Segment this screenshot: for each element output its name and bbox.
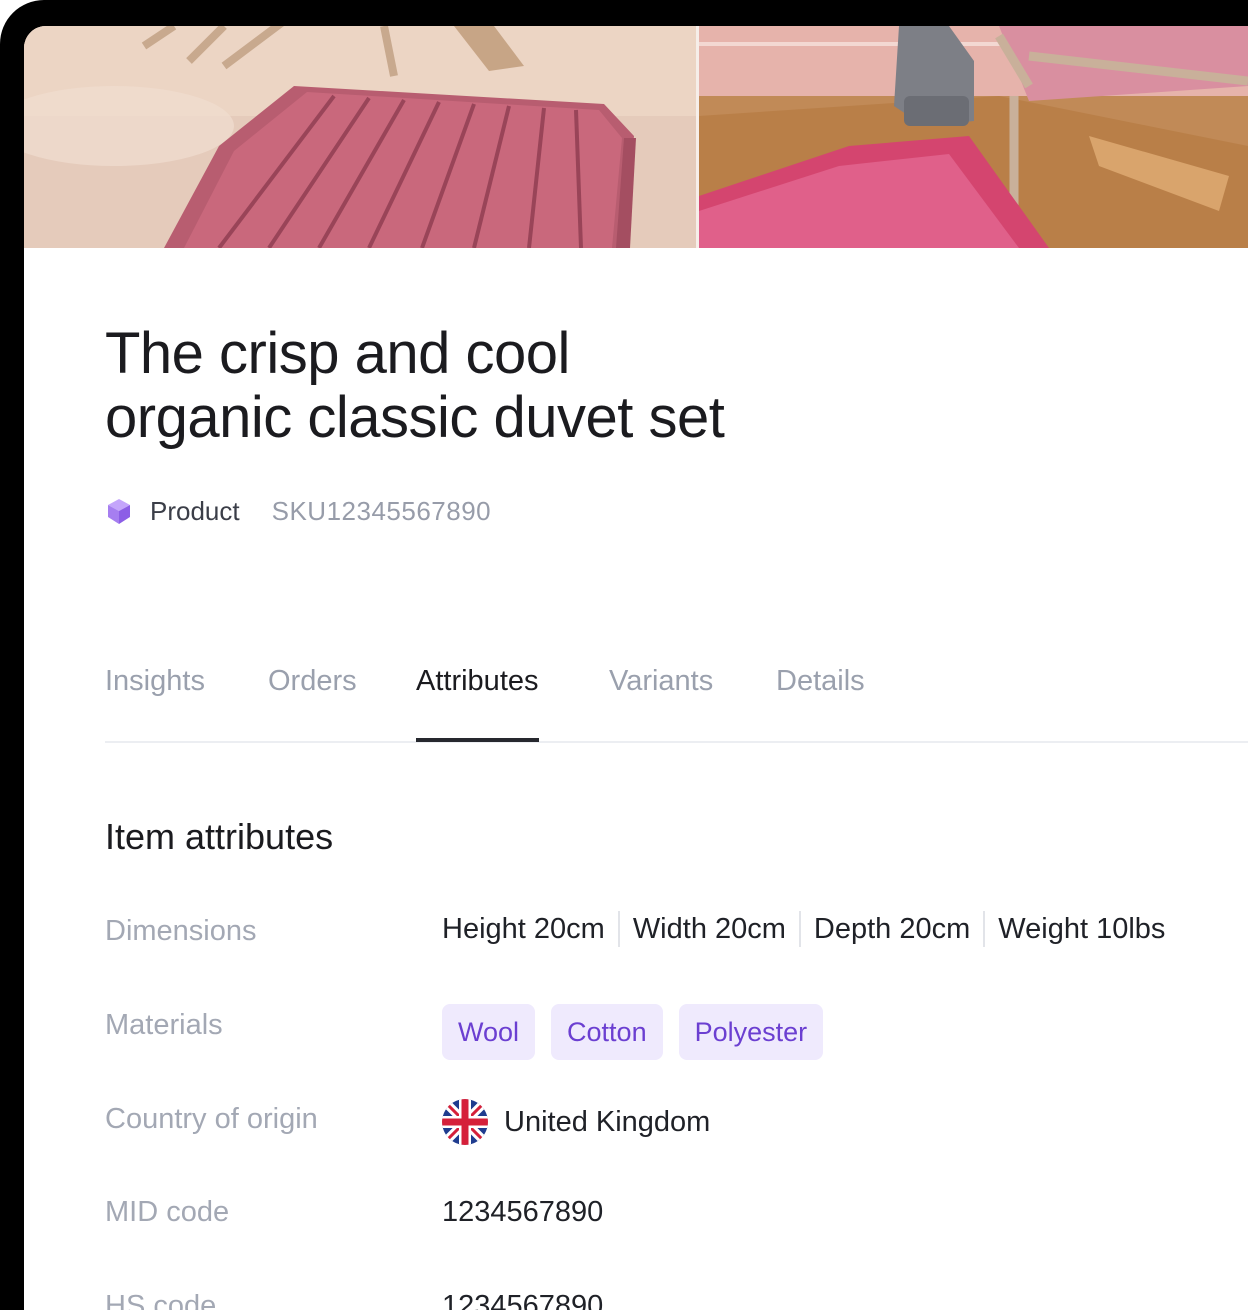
divider bbox=[983, 911, 986, 947]
uk-flag-icon bbox=[442, 1099, 488, 1145]
hs-code-value: 1234567890 bbox=[442, 1290, 604, 1310]
rug-photo-right bbox=[699, 26, 1248, 248]
product-sku: SKU12345567890 bbox=[271, 495, 492, 526]
materials-label: Materials bbox=[105, 1009, 223, 1041]
country-value: United Kingdom bbox=[442, 1099, 710, 1145]
country-name: United Kingdom bbox=[504, 1105, 711, 1138]
hs-code-label: HS code bbox=[105, 1290, 217, 1310]
mid-code-label: MID code bbox=[105, 1196, 230, 1228]
dimension-height: Height 20cm bbox=[442, 912, 605, 945]
dimension-weight: Weight 10lbs bbox=[998, 912, 1166, 945]
device-bezel: The crisp and cool organic classic duvet… bbox=[0, 0, 1248, 1310]
tab-variants[interactable]: Variants bbox=[609, 661, 713, 741]
materials-chips: Wool Cotton Polyester bbox=[442, 1004, 839, 1060]
product-meta: Product SKU12345567890 bbox=[105, 496, 491, 526]
dimensions-values: Height 20cm Width 20cm Depth 20cm Weight… bbox=[442, 911, 1165, 947]
app-screen: The crisp and cool organic classic duvet… bbox=[24, 26, 1248, 1310]
product-image-rug-2[interactable] bbox=[699, 26, 1248, 248]
tab-orders[interactable]: Orders bbox=[268, 661, 357, 741]
mid-code-value: 1234567890 bbox=[442, 1196, 604, 1228]
dimension-depth: Depth 20cm bbox=[813, 912, 971, 945]
cube-icon bbox=[108, 499, 130, 524]
country-label: Country of origin bbox=[105, 1103, 318, 1135]
material-chip-polyester[interactable]: Polyester bbox=[678, 1004, 824, 1060]
material-chip-cotton[interactable]: Cotton bbox=[551, 1004, 663, 1060]
dimension-width: Width 20cm bbox=[632, 912, 786, 945]
divider bbox=[798, 911, 801, 947]
product-image-rug-1[interactable] bbox=[24, 26, 696, 248]
section-title: Item attributes bbox=[105, 816, 334, 857]
rug-photo-left bbox=[24, 26, 696, 248]
product-tabs: Insights Orders Attributes Variants Deta… bbox=[105, 661, 1248, 743]
dimensions-label: Dimensions bbox=[105, 915, 257, 947]
tab-details[interactable]: Details bbox=[776, 661, 865, 741]
tab-insights[interactable]: Insights bbox=[105, 661, 205, 741]
material-chip-wool[interactable]: Wool bbox=[442, 1004, 536, 1060]
divider bbox=[617, 911, 620, 947]
product-type-label: Product bbox=[150, 495, 240, 526]
product-title: The crisp and cool organic classic duvet… bbox=[105, 321, 725, 450]
product-image-gallery bbox=[24, 26, 1248, 248]
tab-attributes[interactable]: Attributes bbox=[416, 661, 539, 742]
